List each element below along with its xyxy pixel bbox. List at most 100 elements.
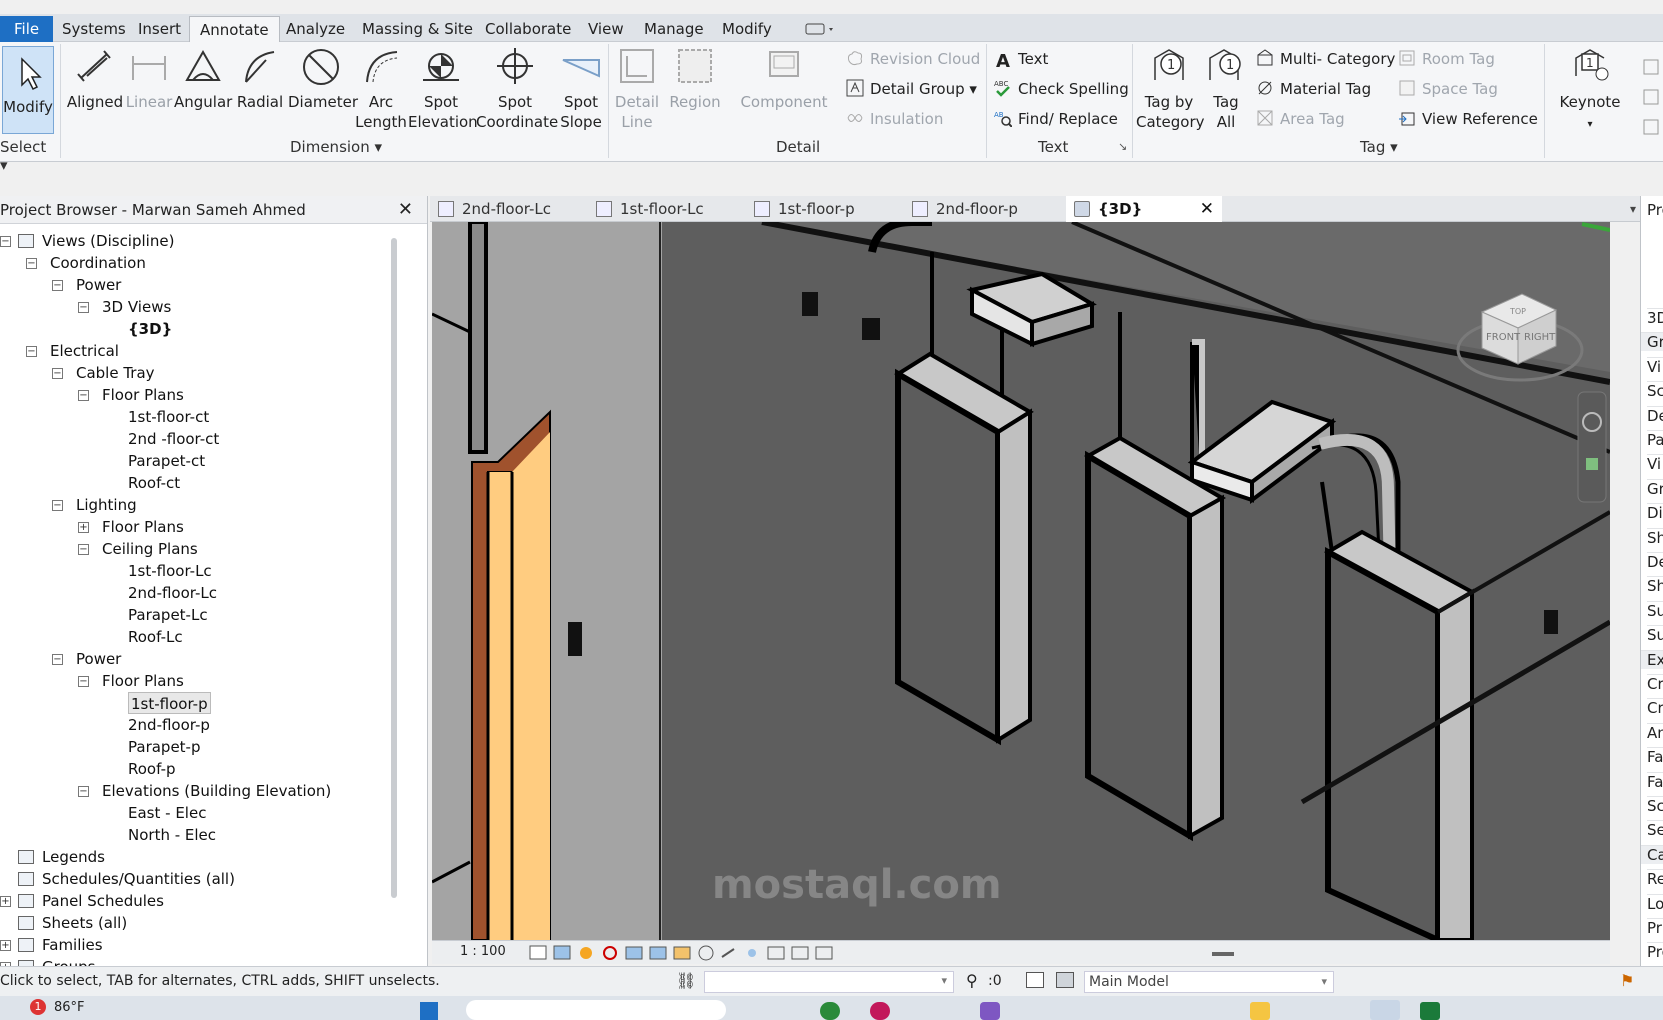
property-row[interactable]: Lo (1647, 893, 1663, 913)
collapse-toggle-icon[interactable]: − (78, 302, 89, 313)
browser-group-item[interactable]: Schedules/Quantities (all) (42, 868, 235, 890)
collapse-toggle-icon[interactable]: − (52, 654, 63, 665)
design-option-dropdown[interactable]: Main Model ▾ (1084, 971, 1334, 993)
browser-view-item[interactable]: 2nd-floor-Lc (128, 582, 217, 604)
tag-panel-label[interactable]: Tag ▾ (1360, 138, 1398, 156)
material-tag-button[interactable]: Material Tag (1256, 76, 1371, 102)
keynote-button[interactable]: 1 Keynote ▾ (1552, 46, 1628, 135)
tab-1st-floor-p[interactable]: 1st-floor-p (746, 196, 902, 222)
collapse-toggle-icon[interactable]: − (78, 544, 89, 555)
property-row[interactable]: Su (1647, 625, 1663, 644)
property-row[interactable]: Re (1647, 869, 1663, 888)
browser-view-item[interactable]: 1st-floor-ct (128, 406, 209, 428)
tab-massing-site[interactable]: Massing & Site (352, 16, 483, 42)
3d-model-canvas[interactable]: FRONT RIGHT TOP (432, 222, 1610, 940)
diameter-dimension-button[interactable]: Diameter (288, 46, 358, 112)
property-row[interactable]: Pr (1647, 918, 1663, 937)
tab-3d[interactable]: {3D} ✕ (1066, 196, 1222, 222)
property-row[interactable]: Cr (1647, 674, 1663, 693)
tag-all-button[interactable]: 1 Tag All (1202, 46, 1250, 132)
browser-view-item[interactable]: Roof-p (128, 758, 176, 780)
find-replace-button[interactable]: AB Find/ Replace (994, 106, 1118, 132)
text-button[interactable]: A Text (994, 46, 1048, 72)
collapse-toggle-icon[interactable]: − (78, 676, 89, 687)
property-row[interactable]: Car (1641, 844, 1663, 864)
property-row[interactable]: Fa (1647, 747, 1663, 766)
scale-label[interactable]: 1 : 100 (460, 944, 506, 959)
browser-group-item[interactable]: Coordination (50, 252, 146, 274)
tab-modify[interactable]: Modify (712, 16, 782, 42)
browser-group-item[interactable]: Ceiling Plans (102, 538, 198, 560)
expand-toggle-icon[interactable]: + (0, 896, 11, 907)
browser-view-item[interactable]: {3D} (128, 318, 172, 340)
property-row[interactable]: Gr (1647, 478, 1663, 498)
close-icon[interactable]: ✕ (1200, 196, 1214, 222)
search-box[interactable] (466, 1000, 726, 1020)
collapse-toggle-icon[interactable]: − (52, 500, 63, 511)
browser-group-item[interactable]: Views (Discipline) (42, 230, 174, 252)
property-row[interactable]: Sh (1647, 527, 1663, 547)
browser-view-item[interactable]: Parapet-Lc (128, 604, 208, 626)
collapse-toggle-icon[interactable]: − (78, 786, 89, 797)
3d-viewport[interactable]: FRONT RIGHT TOP mostaql.com (432, 222, 1610, 940)
dialog-launcher-icon[interactable]: ↘ (1118, 140, 1127, 153)
tab-collaborate[interactable]: Collaborate (475, 16, 581, 42)
browser-group-item[interactable]: Elevations (Building Elevation) (102, 780, 331, 802)
property-row[interactable]: Sc (1647, 381, 1663, 400)
detail-line-button[interactable]: Detail Line (612, 46, 662, 132)
property-row[interactable]: Ext (1641, 649, 1663, 669)
spot-coordinate-button[interactable]: Spot Coordinate (476, 46, 558, 132)
multi-category-tag-button[interactable]: Multi- Category (1256, 46, 1395, 72)
tab-analyze[interactable]: Analyze (276, 16, 355, 42)
property-row[interactable]: Sh (1647, 576, 1663, 595)
browser-group-item[interactable]: Sheets (all) (42, 912, 127, 934)
tab-manage[interactable]: Manage (634, 16, 714, 42)
taskbar-app-icon[interactable] (820, 1002, 840, 1020)
viewcube-front[interactable]: FRONT (1486, 332, 1521, 343)
excel-icon[interactable] (1420, 1002, 1440, 1020)
navigation-bar[interactable] (1577, 391, 1607, 503)
property-row[interactable]: Vi (1647, 356, 1663, 376)
insulation-button[interactable]: Insulation (846, 106, 943, 132)
collapse-toggle-icon[interactable]: − (78, 390, 89, 401)
browser-view-item[interactable]: 1st-floor-p (128, 692, 211, 714)
viewcube-right[interactable]: RIGHT (1524, 332, 1556, 343)
property-row[interactable]: Vi (1647, 454, 1663, 473)
browser-group-item[interactable]: Floor Plans (102, 516, 184, 538)
browser-group-item[interactable]: Electrical (50, 340, 119, 362)
windows-start-icon[interactable] (420, 1002, 438, 1020)
browser-group-item[interactable]: Cable Tray (76, 362, 155, 384)
close-icon[interactable]: ✕ (398, 196, 413, 224)
property-row[interactable]: 3D (1647, 308, 1663, 327)
browser-view-item[interactable]: East - Elec (128, 802, 206, 824)
browser-view-item[interactable]: Parapet-p (128, 736, 201, 758)
aligned-dimension-button[interactable]: Aligned (66, 46, 124, 112)
property-row[interactable]: Sc (1647, 796, 1663, 815)
tab-2nd-floor-p[interactable]: 2nd-floor-p (904, 196, 1060, 222)
modify-button[interactable]: Modify (2, 46, 54, 134)
browser-group-item[interactable]: Floor Plans (102, 384, 184, 406)
arc-length-button[interactable]: Arc Length (354, 46, 408, 132)
area-tag-button[interactable]: Area Tag (1256, 106, 1345, 132)
browser-group-item[interactable]: Floor Plans (102, 670, 184, 692)
tag-by-category-button[interactable]: 1 Tag by Category (1136, 46, 1205, 132)
browser-group-item[interactable]: Lighting (76, 494, 137, 516)
tab-file[interactable]: File (0, 16, 54, 42)
worksets-icon[interactable]: ⛓ (676, 971, 696, 990)
contextual-toggle-icon[interactable] (805, 21, 837, 37)
view-reference-button[interactable]: View Reference (1398, 106, 1538, 132)
collapse-toggle-icon[interactable]: − (26, 346, 37, 357)
property-row[interactable]: Gra (1641, 332, 1663, 352)
taskbar-app-icon[interactable] (870, 1002, 890, 1020)
tab-annotate[interactable]: Annotate (189, 16, 280, 42)
browser-view-item[interactable]: Parapet-ct (128, 450, 205, 472)
design-options-icon[interactable] (1056, 972, 1074, 988)
editable-only-icon[interactable] (1026, 972, 1044, 988)
collapse-toggle-icon[interactable]: − (52, 280, 63, 291)
horizontal-scroll-handle[interactable] (1212, 952, 1234, 956)
dimension-panel-label[interactable]: Dimension ▾ (290, 138, 382, 156)
collapse-toggle-icon[interactable]: − (0, 236, 11, 247)
tab-systems[interactable]: Systems (52, 16, 136, 42)
spot-elevation-button[interactable]: Spot Elevation (408, 46, 478, 132)
property-row[interactable]: De (1647, 405, 1663, 425)
